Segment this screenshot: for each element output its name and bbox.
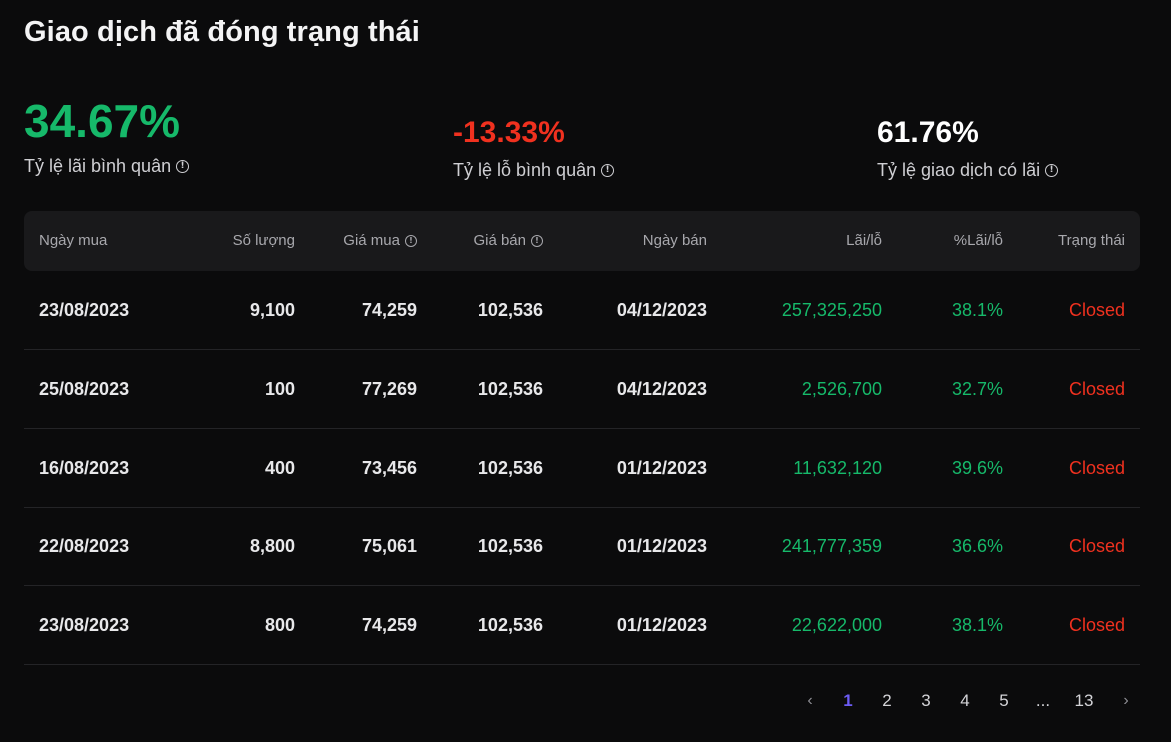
col-sell-price-label: Giá bán <box>473 232 526 249</box>
cell-sell-price: 102,536 <box>477 379 543 399</box>
cell-buy-price: 73,456 <box>361 458 417 478</box>
page-2-button[interactable]: 2 <box>877 688 897 714</box>
cell-sell-date: 04/12/2023 <box>616 300 707 320</box>
cell-buy-price: 77,269 <box>361 379 417 399</box>
cell-sell-price: 102,536 <box>477 615 543 635</box>
cell-sell-date: 01/12/2023 <box>616 615 707 635</box>
page-3-button[interactable]: 3 <box>916 688 936 714</box>
cell-sell-date: 01/12/2023 <box>616 458 707 478</box>
cell-buy-price: 75,061 <box>361 536 417 556</box>
cell-profit-loss-pct: 38.1% <box>951 615 1003 635</box>
cell-sell-date: 04/12/2023 <box>616 379 707 399</box>
page-title: Giao dịch đã đóng trạng thái <box>24 16 420 48</box>
table-row[interactable]: 23/08/2023 800 74,259 102,536 01/12/2023… <box>24 586 1140 665</box>
pagination: ‹ 1 2 3 4 5 ... 13 › <box>0 688 1171 714</box>
cell-buy-date: 23/08/2023 <box>39 615 130 635</box>
cell-profit-loss: 2,526,700 <box>801 379 882 399</box>
col-profit-loss[interactable]: Lãi/lỗ <box>846 211 882 271</box>
col-sell-price[interactable]: Giá bán ! <box>473 211 543 271</box>
cell-buy-date: 16/08/2023 <box>39 458 130 478</box>
page-5-button[interactable]: 5 <box>994 688 1014 714</box>
avg-profit-stat: 34.67% Tỷ lệ lãi bình quân ! <box>24 95 190 177</box>
info-icon[interactable]: ! <box>601 164 615 177</box>
table-row[interactable]: 23/08/2023 9,100 74,259 102,536 04/12/20… <box>24 271 1140 350</box>
col-buy-date[interactable]: Ngày mua <box>39 211 107 271</box>
cell-buy-date: 22/08/2023 <box>39 536 130 556</box>
table-header: Ngày mua Số lượng Giá mua ! Giá bán ! Ng… <box>24 211 1140 271</box>
cell-profit-loss-pct: 39.6% <box>951 458 1003 478</box>
cell-buy-date: 25/08/2023 <box>39 379 130 399</box>
win-rate-label: Tỷ lệ giao dịch có lãi <box>877 160 1041 180</box>
status-badge: Closed <box>1068 379 1125 399</box>
info-icon[interactable]: ! <box>531 235 543 247</box>
avg-loss-label-row: Tỷ lệ lỗ bình quân ! <box>453 160 615 181</box>
win-rate-value: 61.76% <box>877 116 979 149</box>
cell-profit-loss-pct: 32.7% <box>951 379 1003 399</box>
cell-profit-loss: 257,325,250 <box>781 300 882 320</box>
info-icon[interactable]: ! <box>405 235 417 247</box>
table-row[interactable]: 25/08/2023 100 77,269 102,536 04/12/2023… <box>24 350 1140 429</box>
cell-buy-price: 74,259 <box>361 615 417 635</box>
status-badge: Closed <box>1068 300 1125 320</box>
cell-sell-price: 102,536 <box>477 536 543 556</box>
avg-loss-value: -13.33% <box>453 116 565 149</box>
avg-loss-stat: -13.33% Tỷ lệ lỗ bình quân ! <box>453 116 615 181</box>
avg-profit-value: 34.67% <box>24 95 181 147</box>
col-quantity[interactable]: Số lượng <box>233 211 295 271</box>
status-badge: Closed <box>1068 536 1125 556</box>
info-icon[interactable]: ! <box>176 160 190 173</box>
page-1-button[interactable]: 1 <box>838 688 858 714</box>
cell-profit-loss-pct: 36.6% <box>951 536 1003 556</box>
chevron-left-icon[interactable]: ‹ <box>800 688 820 714</box>
status-badge: Closed <box>1068 615 1125 635</box>
pagination-ellipsis: ... <box>1035 691 1051 710</box>
avg-loss-label: Tỷ lệ lỗ bình quân <box>453 160 597 180</box>
table-row[interactable]: 22/08/2023 8,800 75,061 102,536 01/12/20… <box>24 507 1140 586</box>
table-row[interactable]: 16/08/2023 400 73,456 102,536 01/12/2023… <box>24 429 1140 508</box>
avg-profit-label: Tỷ lệ lãi bình quân <box>24 156 172 176</box>
cell-sell-price: 102,536 <box>477 458 543 478</box>
col-sell-date[interactable]: Ngày bán <box>643 211 707 271</box>
cell-quantity: 8,800 <box>249 536 295 556</box>
cell-profit-loss: 22,622,000 <box>791 615 882 635</box>
cell-sell-date: 01/12/2023 <box>616 536 707 556</box>
cell-sell-price: 102,536 <box>477 300 543 320</box>
avg-profit-label-row: Tỷ lệ lãi bình quân ! <box>24 156 190 177</box>
info-icon[interactable]: ! <box>1045 164 1059 177</box>
cell-buy-price: 74,259 <box>361 300 417 320</box>
page-4-button[interactable]: 4 <box>955 688 975 714</box>
cell-quantity: 9,100 <box>249 300 295 320</box>
cell-profit-loss: 11,632,120 <box>793 458 882 478</box>
page-13-button[interactable]: 13 <box>1068 688 1100 714</box>
cell-profit-loss-pct: 38.1% <box>951 300 1003 320</box>
col-buy-price-label: Giá mua <box>343 232 400 249</box>
col-profit-loss-pct[interactable]: %Lãi/lỗ <box>954 211 1003 271</box>
cell-quantity: 100 <box>264 379 295 399</box>
col-status[interactable]: Trạng thái <box>1058 211 1125 271</box>
cell-profit-loss: 241,777,359 <box>781 536 882 556</box>
chevron-right-icon[interactable]: › <box>1116 688 1136 714</box>
cell-quantity: 800 <box>264 615 295 635</box>
cell-buy-date: 23/08/2023 <box>39 300 130 320</box>
cell-quantity: 400 <box>264 458 295 478</box>
win-rate-stat: 61.76% Tỷ lệ giao dịch có lãi ! <box>877 116 1059 181</box>
status-badge: Closed <box>1068 458 1125 478</box>
win-rate-label-row: Tỷ lệ giao dịch có lãi ! <box>877 160 1059 181</box>
col-buy-price[interactable]: Giá mua ! <box>343 211 417 271</box>
